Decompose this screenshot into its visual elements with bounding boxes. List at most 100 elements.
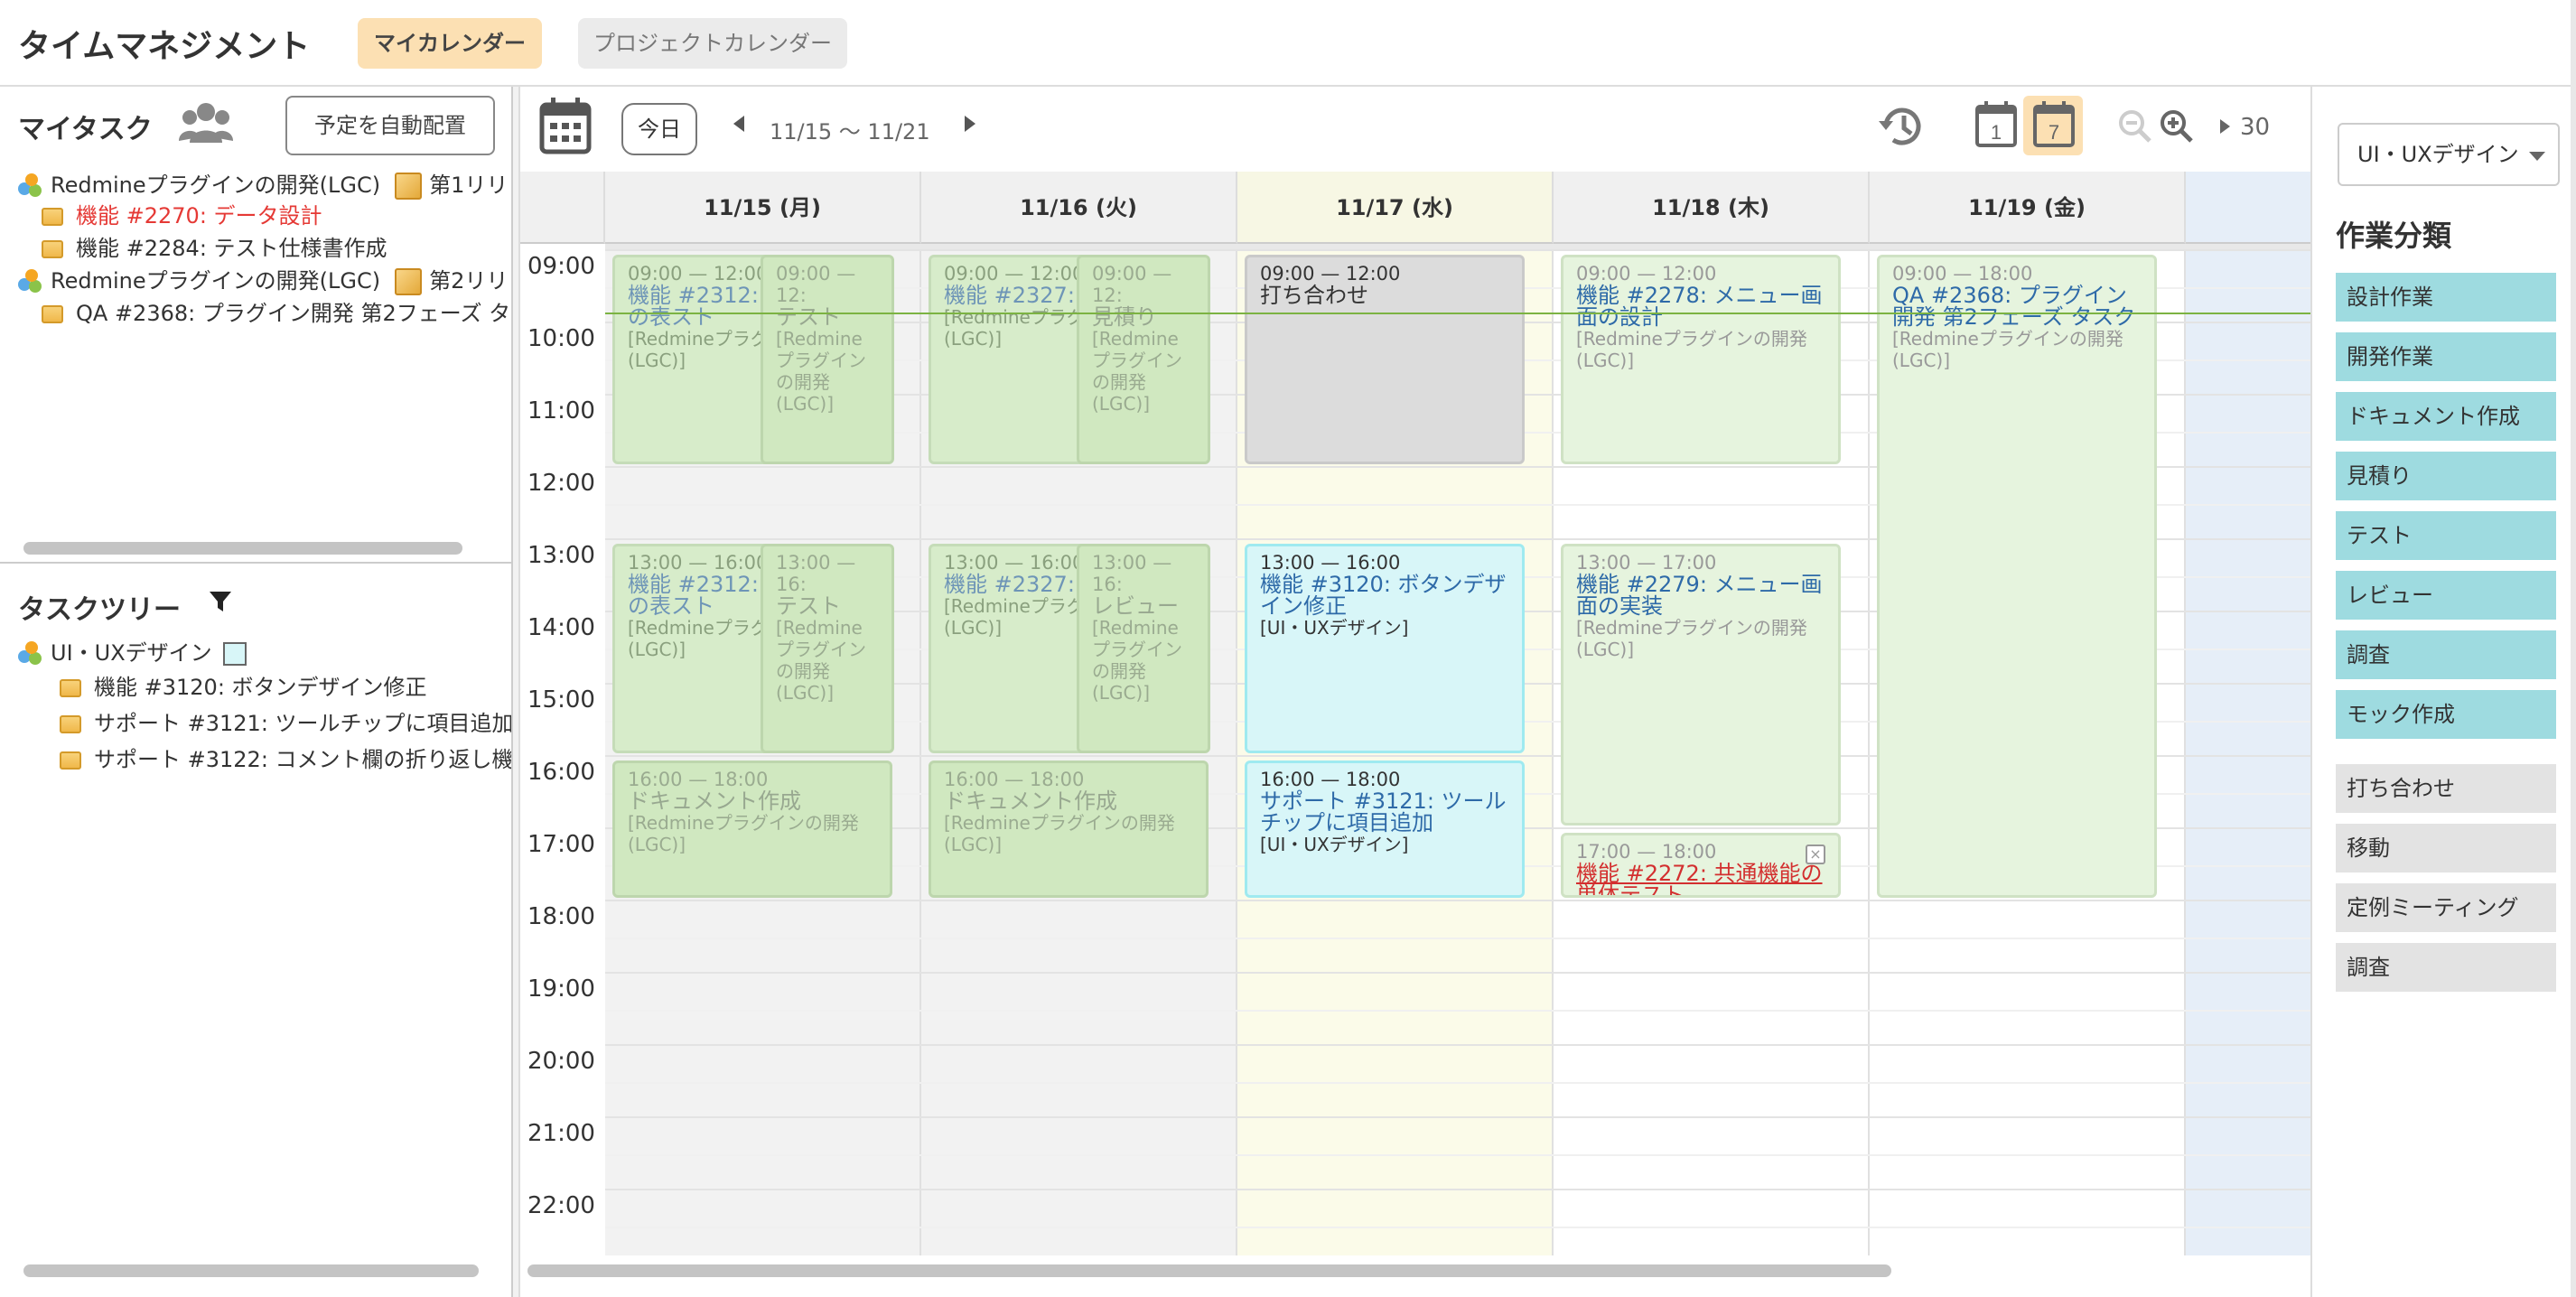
day-header: 11/19 (金) (1870, 172, 2186, 244)
work-category-item[interactable]: レビュー (2336, 571, 2556, 620)
my-tasks-scrollbar[interactable] (23, 542, 462, 555)
project-label: Redmineプラグインの開発(LGC) (51, 268, 381, 294)
day-header: 11/18 (木) (1554, 172, 1870, 244)
hour-line (605, 1189, 2310, 1190)
calendar-event[interactable]: 09:00 — 12: 見積り [Redmine プラグイン の開発 (LGC)] (1077, 255, 1210, 464)
work-category-item[interactable]: 調査 (2336, 630, 2556, 679)
week-view-icon[interactable]: 7 (2032, 99, 2076, 148)
task-icon (42, 305, 63, 323)
close-icon[interactable]: × (1806, 844, 1825, 864)
activity-category-item[interactable]: 定例ミーティング (2336, 883, 2556, 932)
project-icon (18, 173, 43, 199)
work-category-item[interactable]: 開発作業 (2336, 332, 2556, 381)
tree-task-row[interactable]: サポート #3122: コメント欄の折り返し機 (60, 744, 511, 775)
activity-category-item[interactable]: 調査 (2336, 943, 2556, 992)
half-hour-line (605, 1010, 2310, 1012)
calendar-event[interactable]: 17:00 — 18:00 機能 #2272: 共通機能の単体テスト × (1561, 833, 1841, 898)
hour-line (605, 1044, 2310, 1046)
hour-line (605, 900, 2310, 901)
time-label: 16:00 (527, 759, 595, 786)
tree-task-row[interactable]: QA #2368: プラグイン開発 第2フェーズ タ (42, 298, 511, 329)
tree-task-row[interactable]: 機能 #2284: テスト仕様書作成 (42, 233, 387, 264)
zoom-step-arrow-icon[interactable] (2220, 119, 2230, 134)
event-title: サポート #3121: ツールチップに項目追加 (1260, 788, 1507, 835)
calendar-event[interactable]: 09:00 — 18:00 QA #2368: プラグイン開発 第2フェーズ タス… (1877, 255, 2157, 898)
task-label: サポート #3122: コメント欄の折り返し機 (94, 747, 511, 772)
tab-project-calendar[interactable]: プロジェクトカレンダー (578, 18, 847, 69)
work-category-item[interactable]: 見積り (2336, 452, 2556, 500)
history-icon[interactable] (1875, 101, 1929, 152)
calendar-event[interactable]: 09:00 — 12:00 機能 #2278: メニュー画面の設計 [Redmine… (1561, 255, 1841, 464)
day-header: 11 (2186, 172, 2310, 244)
tree-root-row[interactable]: UI・UXデザイン (18, 638, 247, 668)
calendar-event[interactable]: 16:00 — 18:00 サポート #3121: ツールチップに項目追加 [UI・… (1245, 760, 1525, 898)
calendar-event[interactable]: 16:00 — 18:00 ドキュメント作成 [Redmineプラグインの開発(LG… (612, 760, 892, 898)
filter-icon[interactable] (208, 589, 233, 614)
tree-task-row[interactable]: 機能 #2270: データ設計 (42, 201, 322, 231)
work-category-item[interactable]: モック作成 (2336, 690, 2556, 739)
zoom-in-icon[interactable] (2159, 108, 2195, 145)
color-swatch[interactable] (222, 642, 247, 666)
calendar-scrollbar[interactable] (527, 1264, 1891, 1277)
task-label: 機能 #2270: データ設計 (76, 203, 322, 229)
event-project: [UI・UXデザイン] (1260, 617, 1409, 639)
event-project: [Redmineプラグインの開発(LGC)] (1576, 617, 1807, 660)
calendar-event[interactable]: 09:00 — 12:00 打ち合わせ (1245, 255, 1525, 464)
tree-project-row[interactable]: Redmineプラグインの開発(LGC) 第1リリ (18, 170, 508, 201)
panel-splitter[interactable] (511, 87, 520, 1297)
project-dropdown[interactable]: UI・UXデザイン (2338, 123, 2560, 186)
prev-week-arrow-icon[interactable] (733, 116, 744, 132)
tree-project-row[interactable]: Redmineプラグインの開発(LGC) 第2リリ (18, 266, 508, 296)
event-time: 09:00 — 12:00 (1576, 263, 1717, 285)
time-label: 10:00 (527, 325, 595, 352)
tab-my-calendar[interactable]: マイカレンダー (358, 18, 542, 69)
today-button[interactable]: 今日 (621, 103, 697, 155)
time-label: 15:00 (527, 686, 595, 714)
version-label: 第1リリ (429, 173, 509, 198)
event-project: [Redmine プラグイン の開発 (LGC)] (1092, 617, 1182, 704)
event-title: テスト (776, 593, 841, 619)
day-header: 11/15 (月) (605, 172, 921, 244)
event-title: テスト (776, 304, 841, 330)
activity-category-item[interactable]: 打ち合わせ (2336, 764, 2556, 813)
day-column[interactable] (2186, 244, 2310, 1255)
event-title: 機能 #2279: メニュー画面の実装 (1576, 572, 1823, 619)
work-category-item[interactable]: ドキュメント作成 (2336, 392, 2556, 441)
zoom-level: 30 (2240, 114, 2271, 141)
calendar-event[interactable]: 16:00 — 18:00 ドキュメント作成 [Redmineプラグインの開発(LG… (929, 760, 1209, 898)
hour-line (605, 249, 2310, 251)
event-project: [Redmineプラグインの開発(LGC)] (1576, 328, 1807, 371)
next-week-arrow-icon[interactable] (965, 116, 975, 132)
work-category-item[interactable]: 設計作業 (2336, 273, 2556, 322)
event-time: 16:00 — 18:00 (1260, 769, 1401, 790)
half-hour-line (605, 1227, 2310, 1228)
event-project: [Redmineプラグインの開発(LGC)] (1892, 328, 2123, 371)
hour-line (605, 972, 2310, 974)
window-edge (2571, 0, 2576, 1297)
tree-task-row[interactable]: サポート #3121: ツールチップに項目追加 (60, 708, 511, 739)
calendar-event[interactable]: 13:00 — 16:00 機能 #3120: ボタンデザイン修正 [UI・UXデザ… (1245, 544, 1525, 753)
task-icon (42, 208, 63, 226)
event-time: 13:00 — 17:00 (1576, 552, 1717, 574)
calendar-event[interactable]: 09:00 — 12: テスト [Redmine プラグイン の開発 (LGC)] (761, 255, 894, 464)
calendar-icon[interactable] (538, 96, 593, 155)
auto-assign-button[interactable]: 予定を自動配置 (285, 96, 495, 155)
event-title: 見積り (1092, 304, 1157, 330)
task-tree-scrollbar[interactable] (23, 1264, 479, 1277)
activity-category-item[interactable]: 移動 (2336, 824, 2556, 872)
calendar-event[interactable]: 13:00 — 16: テスト [Redmine プラグイン の開発 (LGC)] (761, 544, 894, 753)
time-label: 21:00 (527, 1120, 595, 1147)
tree-task-row[interactable]: 機能 #3120: ボタンデザイン修正 (60, 672, 427, 703)
app-title: タイムマネジメント (18, 28, 311, 65)
category-title: 作業分類 (2336, 219, 2452, 253)
users-icon[interactable] (179, 101, 233, 146)
zoom-out-icon[interactable] (2117, 108, 2153, 145)
event-title: 機能 #2272: 共通機能の単体テスト (1576, 861, 1823, 898)
calendar-event[interactable]: 13:00 — 17:00 機能 #2279: メニュー画面の実装 [Redmine… (1561, 544, 1841, 826)
work-category-item[interactable]: テスト (2336, 511, 2556, 560)
project-icon (18, 269, 43, 294)
time-label: 22:00 (527, 1192, 595, 1219)
calendar-event[interactable]: 13:00 — 16: レビュー [Redmine プラグイン の開発 (LGC)] (1077, 544, 1210, 753)
day-view-icon[interactable]: 1 (1974, 99, 2018, 148)
event-time: 13:00 — 16: (776, 552, 856, 595)
